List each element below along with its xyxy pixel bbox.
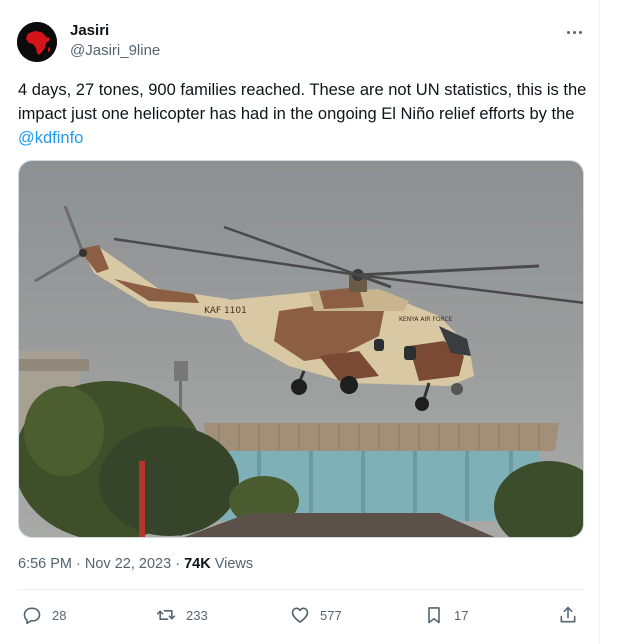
share-button[interactable] [558,600,578,630]
bookmark-button[interactable]: 17 [424,600,468,630]
like-button[interactable]: 577 [290,600,342,630]
reply-count: 28 [52,607,67,623]
divider [18,589,584,590]
nose-marking: KENYA AIR FORCE [399,316,453,323]
tweet-body: 4 days, 27 tones, 900 families reached. … [18,81,587,123]
mention-link[interactable]: @kdfinfo [18,129,83,147]
views-label: Views [214,556,254,572]
like-count: 577 [320,607,342,623]
bookmark-icon [428,607,440,624]
meta-separator: · [175,556,181,572]
heart-icon [291,607,309,623]
africa-map-icon [17,22,57,62]
views-count: 74K [184,556,211,572]
repost-count: 233 [186,607,208,623]
author-display-name[interactable]: Jasiri [70,22,109,39]
action-bar: 28 233 577 17 [18,600,584,630]
bookmark-count: 17 [454,607,469,623]
author-handle[interactable]: @Jasiri_9line [70,42,160,59]
helicopter-photo: KAF 1101 KENYA AIR FORCE [19,161,583,537]
repost-button[interactable]: 233 [156,600,208,630]
avatar[interactable] [17,22,57,62]
tweet-date[interactable]: Nov 22, 2023 [85,556,171,572]
tweet-time[interactable]: 6:56 PM [18,556,72,572]
time-date-separator: · [76,556,85,572]
repost-icon [156,610,176,620]
reply-button[interactable]: 28 [22,600,66,630]
tweet-text: 4 days, 27 tones, 900 families reached. … [18,78,588,150]
more-options-icon[interactable] [560,22,588,42]
tweet-card: Jasiri @Jasiri_9line 4 days, 27 tones, 9… [0,0,600,644]
tweet-photo[interactable]: KAF 1101 KENYA AIR FORCE [18,160,584,538]
tweet-meta: 6:56 PM · Nov 22, 2023 · 74K Views [18,556,253,572]
tail-marking: KAF 1101 [204,306,247,316]
reply-icon [23,607,41,625]
share-icon [560,606,576,623]
